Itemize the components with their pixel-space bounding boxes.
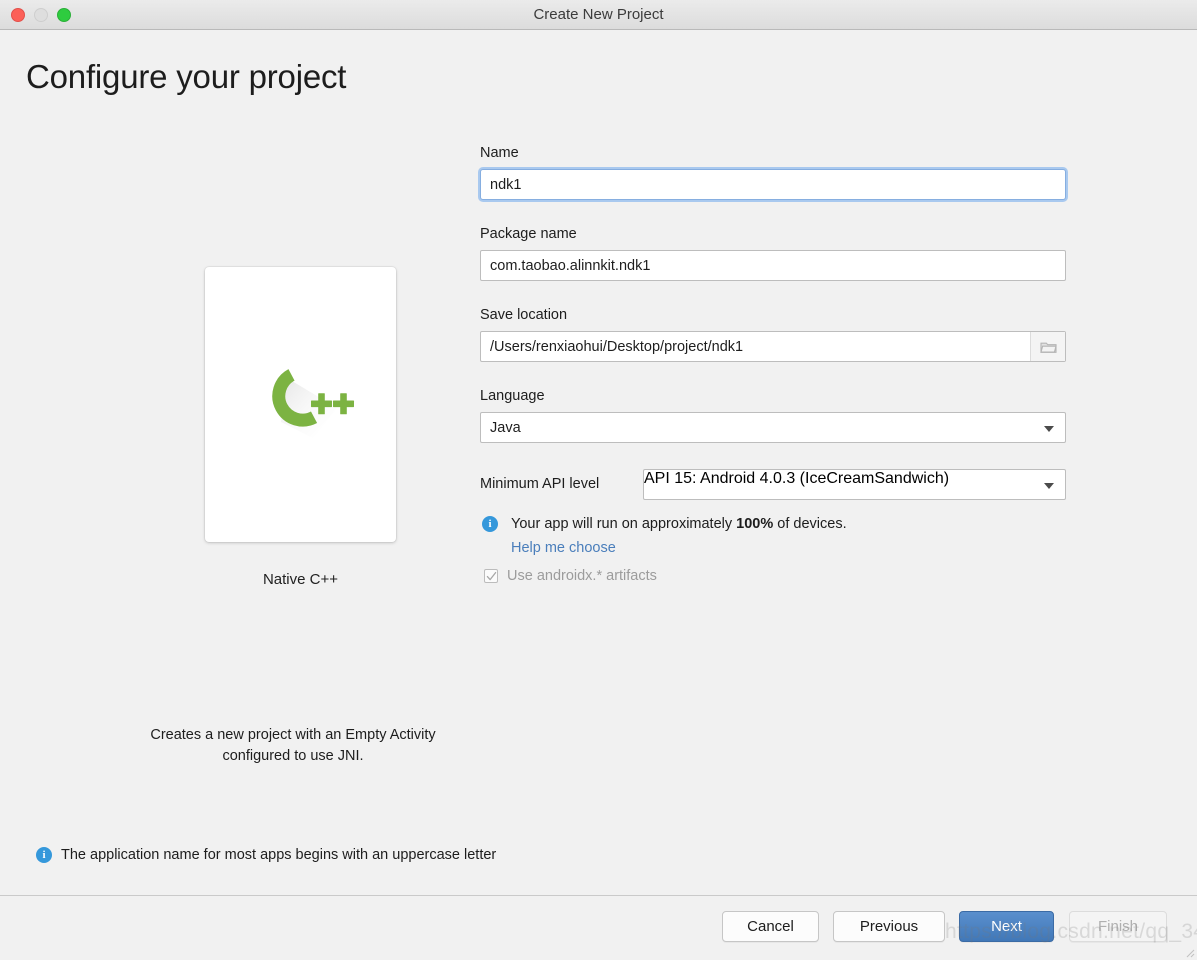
- info-icon: i: [482, 516, 498, 532]
- chevron-down-icon: [1044, 483, 1054, 489]
- minimum-api-level-selected-value: API 15: Android 4.0.3 (IceCreamSandwich): [644, 470, 950, 487]
- field-name: Name: [480, 145, 1066, 200]
- help-me-choose-link[interactable]: Help me choose: [480, 540, 616, 556]
- field-language: Language Java: [480, 388, 1066, 443]
- dialog-footer: Cancel Previous Next Finish: [0, 895, 1197, 960]
- checkmark-icon: [486, 571, 497, 581]
- coverage-percent: 100%: [736, 516, 774, 532]
- androidx-checkbox[interactable]: [484, 569, 498, 583]
- save-location-input[interactable]: [480, 331, 1066, 362]
- dialog-content: Configure your project Native C++ Create…: [0, 30, 1197, 895]
- field-minimum-api-level: Minimum API level API 15: Android 4.0.3 …: [480, 469, 1066, 500]
- template-name-label: Native C++: [262, 571, 339, 588]
- create-new-project-window: Create New Project Configure your projec…: [0, 0, 1197, 960]
- resize-grip-icon[interactable]: [1183, 946, 1195, 958]
- device-coverage-message: i Your app will run on approximately 100%…: [480, 515, 1066, 534]
- page-title: Configure your project: [26, 58, 347, 95]
- folder-icon: [1039, 342, 1057, 353]
- coverage-suffix: of devices.: [773, 516, 847, 532]
- template-description: Creates a new project with an Empty Acti…: [150, 727, 436, 764]
- cancel-button[interactable]: Cancel: [722, 911, 819, 942]
- chevron-down-icon: [1044, 426, 1054, 432]
- cpp-logo-icon: [271, 368, 354, 438]
- project-config-form: Name Package name Save location: [480, 145, 1066, 584]
- androidx-checkbox-row[interactable]: Use androidx.* artifacts: [480, 568, 1066, 584]
- window-title: Create New Project: [533, 6, 664, 23]
- field-save-location: Save location: [480, 307, 1066, 362]
- language-label: Language: [480, 388, 545, 404]
- language-selected-value: Java: [490, 420, 521, 436]
- template-thumbnail-card: [205, 267, 396, 542]
- status-message-text: The application name for most apps begin…: [61, 847, 497, 863]
- minimum-api-level-label: Minimum API level: [480, 476, 600, 492]
- next-button[interactable]: Next: [959, 911, 1054, 942]
- language-select[interactable]: Java: [480, 412, 1066, 443]
- androidx-checkbox-label: Use androidx.* artifacts: [507, 568, 657, 584]
- template-preview-column: Native C++: [133, 267, 468, 588]
- status-message: i The application name for most apps begi…: [36, 846, 496, 864]
- package-name-label: Package name: [480, 226, 577, 242]
- browse-folder-button[interactable]: [1030, 332, 1065, 361]
- coverage-prefix: Your app will run on approximately: [511, 516, 737, 532]
- previous-button[interactable]: Previous: [833, 911, 945, 942]
- minimum-api-level-select[interactable]: API 15: Android 4.0.3 (IceCreamSandwich): [643, 469, 1066, 500]
- package-name-input[interactable]: [480, 250, 1066, 281]
- name-label: Name: [480, 145, 519, 161]
- info-icon: i: [36, 847, 52, 863]
- save-location-label: Save location: [480, 307, 568, 323]
- field-package-name: Package name: [480, 226, 1066, 281]
- window-titlebar: Create New Project: [0, 0, 1197, 30]
- finish-button: Finish: [1069, 911, 1167, 942]
- name-input[interactable]: [480, 169, 1066, 200]
